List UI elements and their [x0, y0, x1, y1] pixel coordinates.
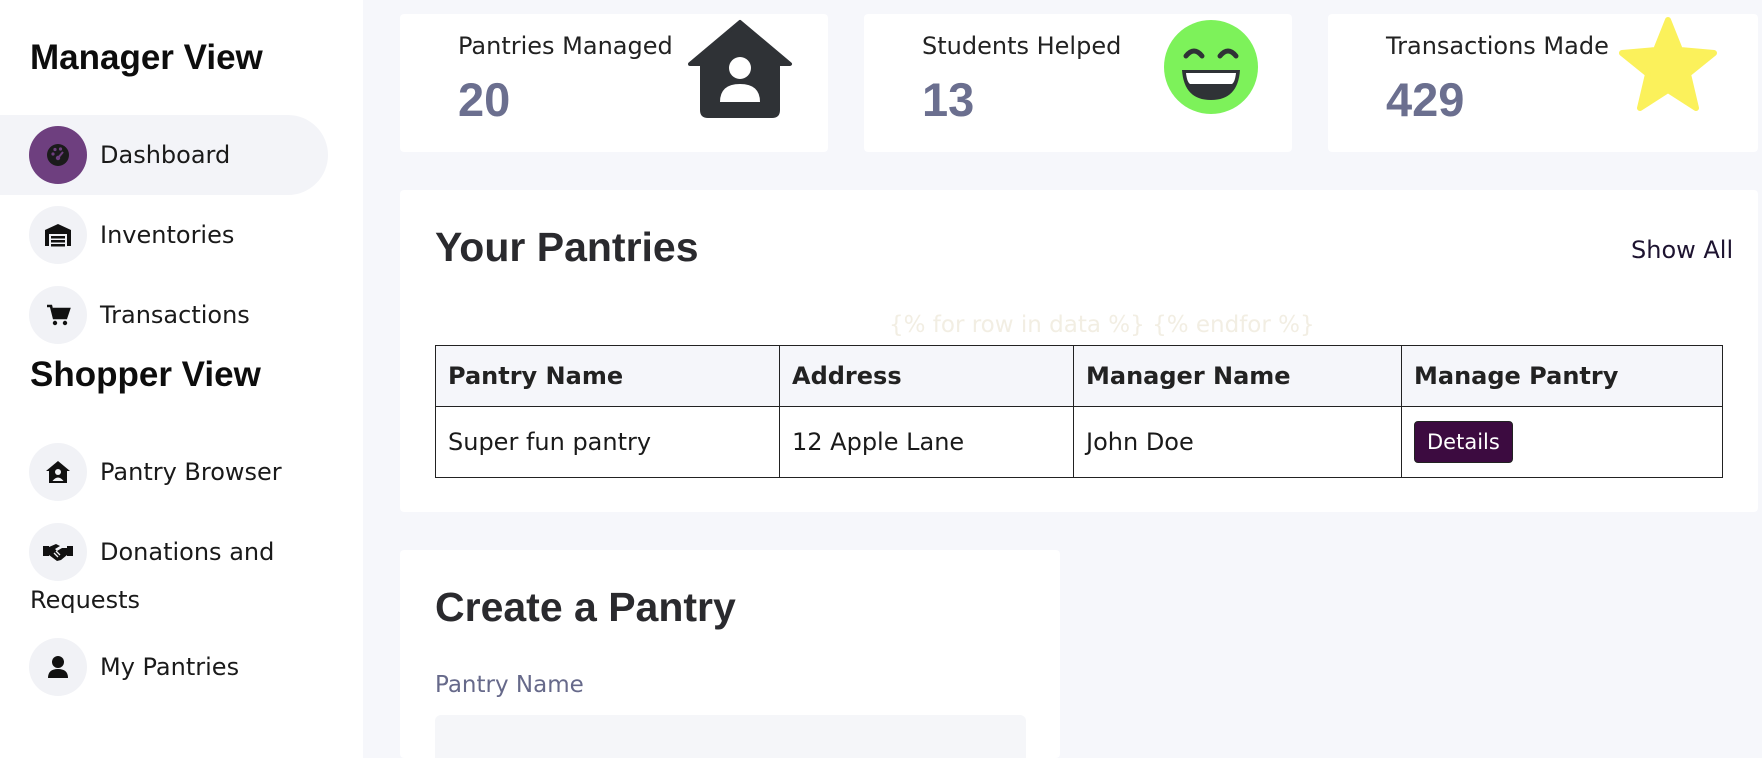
dashboard-icon — [29, 126, 87, 184]
warehouse-icon — [29, 206, 87, 264]
manager-name-cell: John Doe — [1073, 406, 1402, 478]
pantry-name-label: Pantry Name — [435, 672, 584, 698]
pantries-table: Pantry Name Address Manager Name Manage … — [435, 345, 1723, 478]
stat-card-pantries-managed: Pantries Managed 20 — [400, 14, 828, 152]
panel-title: Create a Pantry — [435, 584, 736, 630]
sidebar-item-label: Transactions — [100, 301, 250, 329]
stat-label: Students Helped — [922, 32, 1122, 60]
house-user-icon — [688, 20, 792, 118]
show-all-link[interactable]: Show All — [1631, 236, 1733, 264]
sidebar-item-label: My Pantries — [100, 653, 240, 681]
manager-view-heading: Manager View — [30, 38, 263, 77]
stat-label: Transactions Made — [1386, 32, 1609, 60]
sidebar-item-label: Pantry Browser — [100, 458, 282, 486]
address-cell: 12 Apple Lane — [779, 406, 1074, 478]
stat-value: 429 — [1386, 73, 1465, 126]
stat-value: 20 — [458, 73, 511, 126]
sidebar-item-inventories[interactable]: Inventories — [0, 195, 234, 275]
template-placeholder-text: {% for row in data %} {% endfor %} — [889, 312, 1315, 338]
sidebar-item-dashboard[interactable]: Dashboard — [0, 115, 328, 195]
create-pantry-panel: Create a Pantry Pantry Name — [400, 550, 1060, 758]
table-header-row: Pantry Name Address Manager Name Manage … — [435, 345, 1723, 407]
manage-pantry-cell: Details — [1401, 406, 1723, 478]
sidebar-item-label: Dashboard — [100, 141, 231, 169]
column-header: Manage Pantry — [1401, 345, 1723, 407]
cart-icon — [29, 286, 87, 344]
column-header: Manager Name — [1073, 345, 1402, 407]
sidebar-item-donations[interactable]: Donations and — [0, 512, 274, 592]
stat-card-students-helped: Students Helped 13 — [864, 14, 1292, 152]
user-icon — [29, 638, 87, 696]
panel-title: Your Pantries — [435, 224, 699, 270]
pantry-name-cell: Super fun pantry — [435, 406, 780, 478]
handshake-icon — [29, 523, 87, 581]
table-row: Super fun pantry 12 Apple Lane John Doe … — [435, 406, 1723, 478]
star-icon — [1619, 17, 1717, 111]
pantry-name-input[interactable] — [435, 715, 1026, 758]
your-pantries-panel: Your Pantries Show All {% for row in dat… — [400, 190, 1758, 512]
sidebar-item-transactions[interactable]: Transactions — [0, 275, 250, 355]
column-header: Address — [779, 345, 1074, 407]
stat-label: Pantries Managed — [458, 32, 673, 60]
stat-value: 13 — [922, 73, 975, 126]
house-user-icon — [29, 443, 87, 501]
sidebar-item-pantry-browser[interactable]: Pantry Browser — [0, 432, 282, 512]
sidebar: Manager View Dashboard Inventories Trans… — [0, 0, 363, 758]
shopper-view-heading: Shopper View — [30, 355, 261, 394]
column-header: Pantry Name — [435, 345, 780, 407]
grin-icon — [1164, 20, 1258, 114]
sidebar-item-label: Inventories — [100, 221, 235, 249]
details-button[interactable]: Details — [1414, 421, 1513, 463]
sidebar-item-label-continued[interactable]: Requests — [30, 586, 140, 614]
sidebar-item-my-pantries[interactable]: My Pantries — [0, 627, 239, 707]
stat-card-transactions-made: Transactions Made 429 — [1328, 14, 1758, 152]
sidebar-item-label: Donations and — [100, 538, 275, 566]
